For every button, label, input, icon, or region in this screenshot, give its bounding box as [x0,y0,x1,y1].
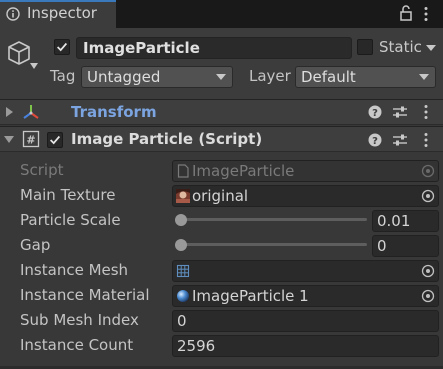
script-value: ImageParticle [192,162,295,180]
object-picker-icon [421,164,435,178]
gap-input[interactable]: 0 [372,235,439,257]
svg-text:#: # [26,134,35,147]
sub-mesh-index-label: Sub Mesh Index [20,311,139,329]
checkmark-icon [57,42,68,52]
particle-scale-slider[interactable] [177,218,367,221]
kebab-menu-icon[interactable] [423,6,429,22]
chevron-down-icon[interactable] [426,45,436,51]
active-checkbox[interactable] [54,39,70,55]
component-enabled-checkbox[interactable] [47,132,63,148]
svg-text:?: ? [372,108,378,119]
transform-title: Transform [71,103,157,121]
object-picker-icon[interactable] [421,264,435,278]
info-icon [6,7,20,21]
chevron-down-icon[interactable] [30,63,38,69]
chevron-down-icon[interactable] [4,134,14,144]
material-sphere-icon [177,290,189,302]
checkmark-icon [50,135,61,145]
static-label: Static [379,38,422,56]
mesh-icon [176,264,190,278]
script-file-icon [177,164,189,178]
svg-text:?: ? [372,136,378,147]
script-field: ImageParticle [172,160,439,182]
particle-scale-slider-handle[interactable] [175,214,187,226]
csharp-script-icon: # [22,130,40,148]
instance-material-value: ImageParticle 1 [192,287,309,305]
tag-label: Tag [50,67,76,85]
tab-label: Inspector [27,4,97,22]
lock-icon[interactable] [400,4,412,22]
help-icon[interactable]: ? [368,133,382,147]
presets-icon[interactable] [392,105,408,119]
object-picker-icon[interactable] [421,189,435,203]
help-icon[interactable]: ? [368,105,382,119]
sub-mesh-index-input[interactable]: 0 [172,310,439,332]
instance-material-field[interactable]: ImageParticle 1 [172,285,439,307]
instance-mesh-field[interactable] [172,260,439,282]
particle-scale-label: Particle Scale [20,211,121,229]
script-label: Script [20,161,64,179]
tag-value: Untagged [87,68,161,86]
image-particle-title: Image Particle (Script) [71,130,263,148]
instance-material-label: Instance Material [20,286,150,304]
instance-count-input[interactable]: 2596 [172,335,439,357]
layer-label: Layer [249,67,291,85]
chevron-down-icon [419,74,429,80]
transform-axes-icon [23,105,39,119]
gap-slider-handle[interactable] [175,239,187,251]
instance-count-label: Instance Count [20,336,134,354]
kebab-menu-icon[interactable] [423,132,429,148]
presets-icon[interactable] [392,133,408,147]
gap-label: Gap [20,236,51,254]
main-texture-value: original [192,187,249,205]
cube-icon[interactable] [6,40,32,66]
chevron-right-icon[interactable] [4,107,14,117]
static-checkbox[interactable] [357,39,373,55]
kebab-menu-icon[interactable] [423,104,429,120]
layer-value: Default [301,68,356,86]
gameobject-name-input[interactable]: ImageParticle [76,37,352,59]
gap-slider[interactable] [177,243,367,246]
object-picker-icon[interactable] [421,289,435,303]
instance-mesh-label: Instance Mesh [20,261,129,279]
main-texture-label: Main Texture [20,186,116,204]
particle-scale-input[interactable]: 0.01 [372,210,439,232]
tag-dropdown[interactable]: Untagged [81,66,233,88]
chevron-down-icon [216,74,226,80]
layer-dropdown[interactable]: Default [295,66,436,88]
main-texture-field[interactable]: original [172,185,439,207]
texture-thumbnail-icon [176,189,190,203]
